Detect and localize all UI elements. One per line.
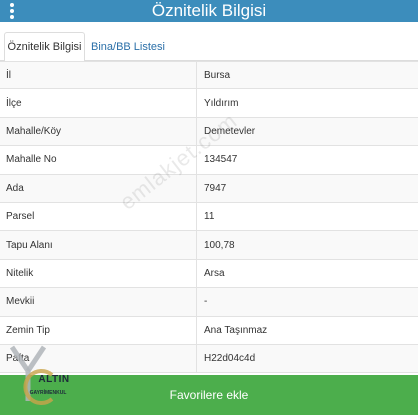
table-row: Pafta H22d04c4d	[0, 344, 418, 374]
row-value: Demetevler	[196, 117, 418, 146]
table-row: Mahalle No 134547	[0, 146, 418, 175]
row-value: 11	[196, 202, 418, 231]
attribute-table: İl Bursa İlçe Yıldırım Mahalle/Köy Demet…	[0, 61, 418, 374]
row-value: -	[196, 288, 418, 316]
row-value: 7947	[196, 174, 418, 202]
add-to-favorites-button[interactable]: Favorilere ekle	[0, 375, 418, 415]
table-row: Nitelik Arsa	[0, 259, 418, 289]
row-value: 134547	[196, 146, 418, 174]
table-row: Parsel 11	[0, 202, 418, 232]
row-label: Zemin Tip	[6, 324, 50, 336]
row-label: Mahalle No	[6, 154, 57, 166]
dialog-header: Öznitelik Bilgisi	[0, 0, 418, 22]
row-value: Yıldırım	[196, 89, 418, 117]
row-label: Pafta	[6, 353, 30, 365]
table-row: Zemin Tip Ana Taşınmaz	[0, 316, 418, 345]
tab-bar: Öznitelik Bilgisi Bina/BB Listesi	[0, 32, 418, 62]
row-value: Ana Taşınmaz	[196, 316, 418, 344]
table-row: İlçe Yıldırım	[0, 89, 418, 118]
row-label: İlçe	[6, 97, 22, 109]
table-row: Mahalle/Köy Demetevler	[0, 117, 418, 147]
row-label: Nitelik	[6, 267, 34, 279]
row-label: Mevkii	[6, 296, 35, 308]
table-row: Ada 7947	[0, 174, 418, 203]
row-value: Arsa	[196, 259, 418, 288]
table-row: İl Bursa	[0, 61, 418, 90]
table-row: Tapu Alanı 100,78	[0, 231, 418, 260]
vertical-dots-icon[interactable]	[9, 0, 15, 20]
row-label: Ada	[6, 182, 24, 194]
row-label: Mahalle/Köy	[6, 125, 62, 137]
row-value: 100,78	[196, 231, 418, 259]
dialog-title: Öznitelik Bilgisi	[151, 1, 267, 20]
row-value: H22d04c4d	[196, 344, 418, 373]
row-value: Bursa	[196, 62, 418, 89]
row-label: Tapu Alanı	[6, 239, 53, 251]
tab-oznitelik-bilgisi[interactable]: Öznitelik Bilgisi	[4, 32, 85, 62]
table-row: Mevkii -	[0, 288, 418, 317]
tab-bina-bb-listesi[interactable]: Bina/BB Listesi	[87, 32, 169, 61]
row-label: İl	[6, 69, 11, 81]
row-label: Parsel	[6, 211, 35, 223]
